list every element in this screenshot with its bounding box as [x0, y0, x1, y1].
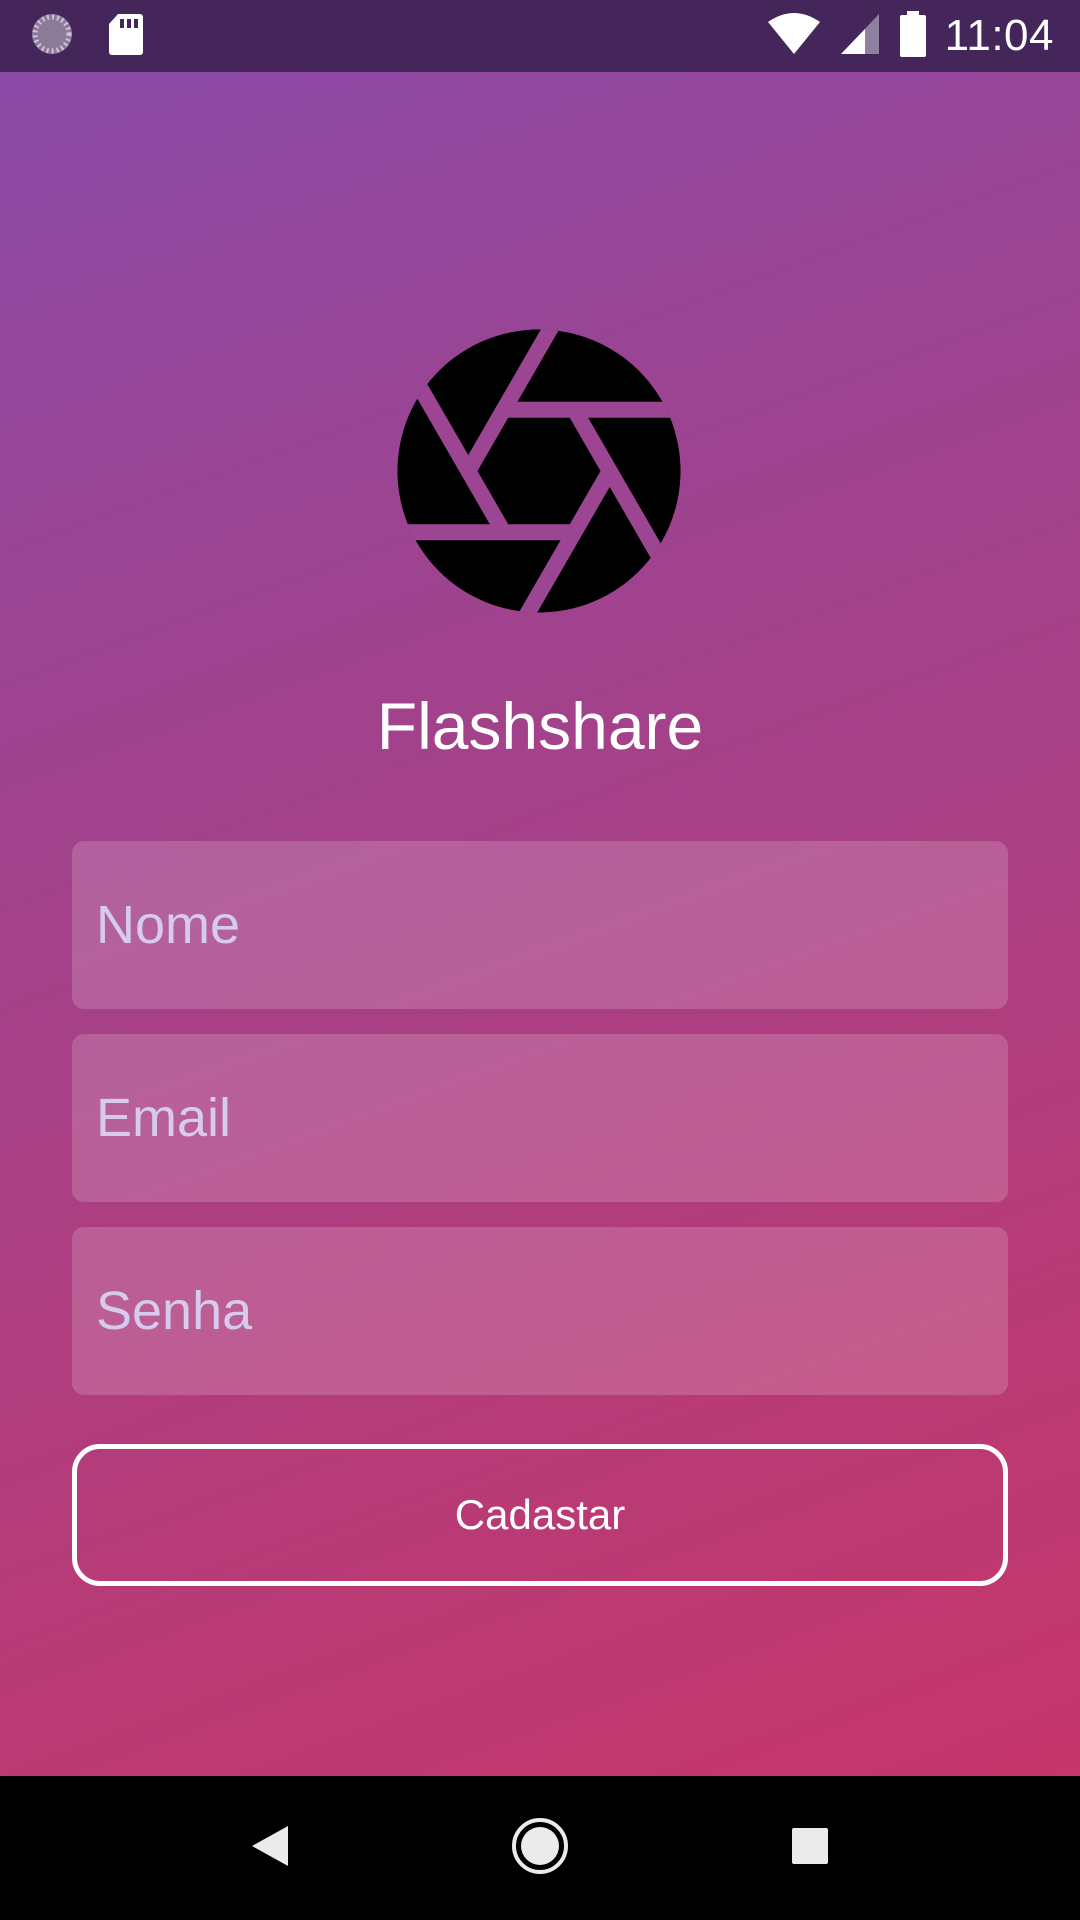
wifi-icon: [767, 12, 821, 61]
status-bar: 11:04: [0, 0, 1080, 72]
recents-button[interactable]: [774, 1812, 846, 1884]
password-input[interactable]: [72, 1227, 1008, 1395]
recents-icon: [791, 1827, 829, 1870]
back-icon: [248, 1824, 292, 1873]
sd-card-icon: [108, 12, 144, 61]
name-field[interactable]: [72, 841, 1008, 1009]
navigation-bar: [0, 1776, 1080, 1920]
home-icon: [510, 1816, 570, 1881]
battery-icon: [899, 10, 927, 62]
back-button[interactable]: [234, 1812, 306, 1884]
password-field[interactable]: [72, 1227, 1008, 1395]
name-input[interactable]: [72, 841, 1008, 1009]
email-field[interactable]: [72, 1034, 1008, 1202]
phone-screen: 11:04 Flashshare Nome Email Cadastar: [0, 0, 1080, 1920]
status-right-icons: 11:04: [767, 10, 1054, 62]
cell-signal-icon: [839, 12, 881, 61]
loading-spinner-icon: [30, 12, 74, 61]
app-title: Flashshare: [376, 689, 704, 763]
email-input[interactable]: [72, 1034, 1008, 1202]
register-button[interactable]: Cadastar: [72, 1444, 1008, 1586]
status-time: 11:04: [944, 11, 1054, 60]
home-button[interactable]: [504, 1812, 576, 1884]
register-button-label: Cadastar: [454, 1491, 626, 1538]
camera-aperture-icon: [362, 294, 716, 648]
status-left-icons: [30, 12, 144, 61]
signup-screen: Flashshare Cadastar: [0, 72, 1080, 1776]
